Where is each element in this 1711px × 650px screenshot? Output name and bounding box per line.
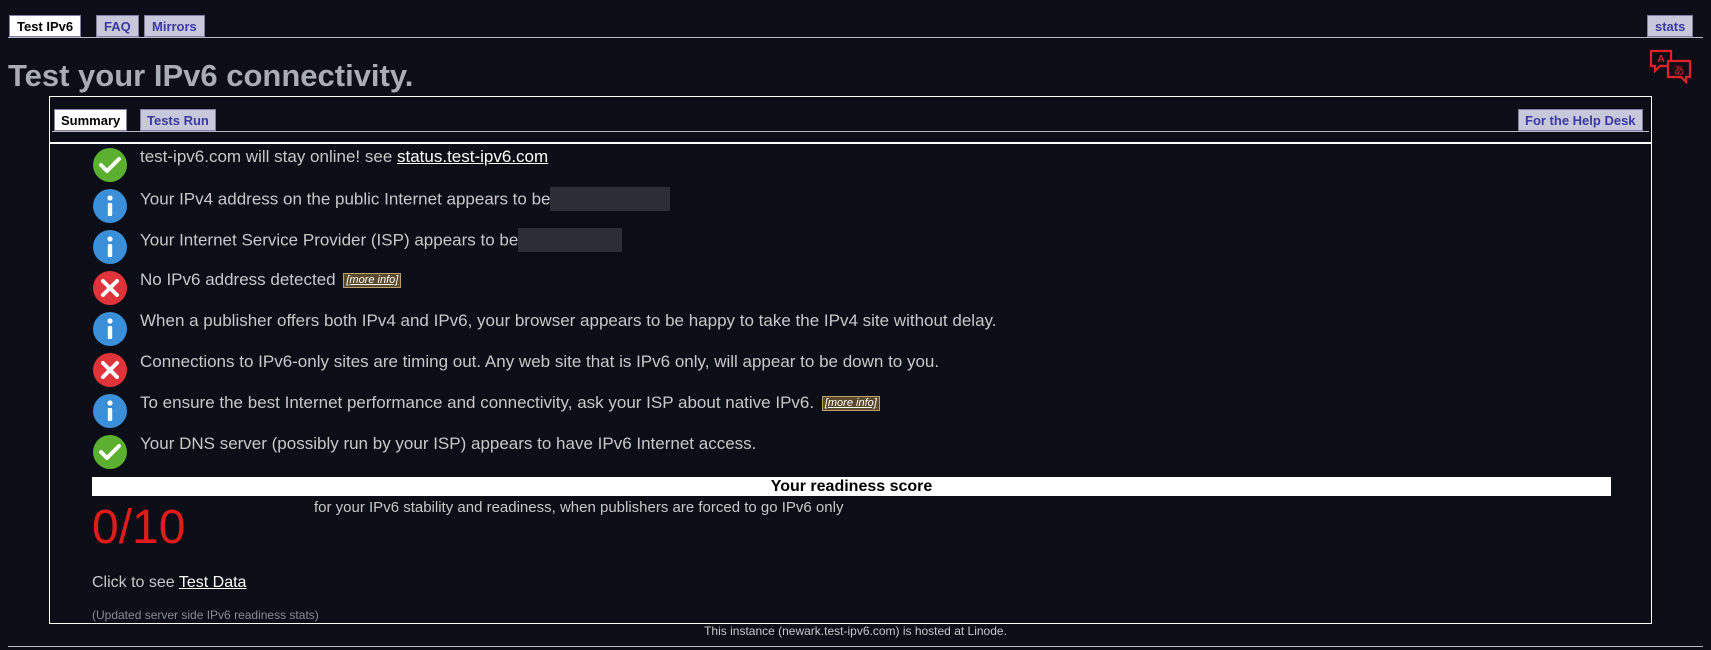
result-text: Your DNS server (possibly run by your IS… [140, 434, 757, 453]
tab-faq[interactable]: FAQ [96, 15, 139, 37]
info-icon [93, 312, 127, 346]
svg-text:あ: あ [1674, 64, 1685, 77]
result-text: Connections to IPv6-only sites are timin… [140, 352, 940, 371]
tab-summary[interactable]: Summary [54, 109, 128, 131]
tab-stats[interactable]: stats [1647, 15, 1694, 37]
results-panel: Summary Tests Run For the Help Desk test… [49, 96, 1652, 624]
subnav-divider [52, 131, 1649, 132]
x-icon [93, 353, 127, 387]
tab-test-ipv6[interactable]: Test IPv6 [9, 15, 82, 37]
redacted-isp [518, 228, 623, 252]
info-icon [93, 394, 127, 428]
test-data-link[interactable]: Test Data [179, 574, 247, 591]
subnav-border [50, 142, 1651, 144]
translate-icon[interactable]: A あ [1648, 48, 1694, 84]
top-nav: Test IPv6 FAQ Mirrors stats [0, 0, 1711, 39]
tab-help-desk[interactable]: For the Help Desk [1518, 109, 1643, 131]
redacted-ipv4 [550, 187, 671, 211]
status-link[interactable]: status.test-ipv6.com [397, 147, 548, 166]
sub-nav: Summary Tests Run For the Help Desk [50, 97, 1651, 144]
readiness-score-heading: Your readiness score [92, 477, 1611, 496]
result-text: When a publisher offers both IPv4 and IP… [140, 311, 997, 330]
svg-text:A: A [1657, 54, 1664, 65]
test-data-line: Click to see Test Data [92, 574, 247, 591]
result-text: No IPv6 address detected [more info] [140, 270, 402, 290]
updated-note: (Updated server side IPv6 readiness stat… [92, 608, 319, 622]
result-text: Your IPv4 address on the public Internet… [140, 187, 671, 212]
x-icon [93, 271, 127, 305]
info-icon [93, 189, 127, 223]
page-title: Test your IPv6 connectivity. [8, 58, 414, 93]
nav-divider [8, 37, 1703, 38]
footer-text: This instance (newark.test-ipv6.com) is … [704, 624, 1007, 638]
readiness-score-value: 0/10 [92, 501, 186, 554]
tab-mirrors[interactable]: Mirrors [144, 15, 205, 37]
result-text: To ensure the best Internet performance … [140, 393, 880, 413]
info-icon [93, 230, 127, 264]
check-icon [93, 148, 127, 182]
footer-divider [8, 646, 1703, 647]
result-text: test-ipv6.com will stay online! see stat… [140, 147, 549, 166]
readiness-score-description: for your IPv6 stability and readiness, w… [314, 499, 844, 516]
result-text: Your Internet Service Provider (ISP) app… [140, 228, 623, 253]
more-info-link[interactable]: [more info] [821, 396, 880, 412]
more-info-link[interactable]: [more info] [343, 273, 402, 289]
check-icon [93, 435, 127, 469]
tab-tests-run[interactable]: Tests Run [140, 109, 216, 131]
